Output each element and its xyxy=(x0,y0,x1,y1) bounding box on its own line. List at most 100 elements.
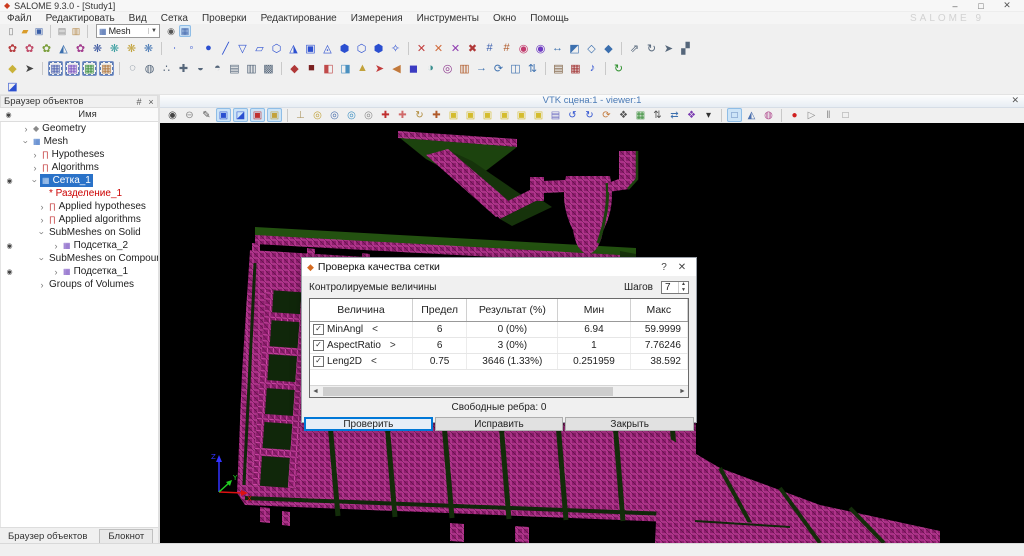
add-quadratic-element-icon[interactable]: ✧ xyxy=(388,41,403,56)
edge-filter-icon[interactable]: ▦ xyxy=(65,61,80,76)
copy-icon[interactable]: ▤ xyxy=(56,25,68,37)
expand-arrow-icon[interactable]: › xyxy=(21,124,31,134)
volume-selection-icon[interactable]: ▣ xyxy=(267,108,282,122)
scrollbar-track[interactable] xyxy=(321,386,677,397)
interaction-style-icon[interactable]: ⊖ xyxy=(182,108,197,122)
renumber-nodes-icon[interactable]: # xyxy=(482,41,497,56)
pan-view-icon[interactable]: ✚ xyxy=(378,108,393,122)
tree-row[interactable]: ›◆Geometry xyxy=(1,122,158,135)
expand-arrow-icon[interactable]: › xyxy=(37,228,47,238)
fit-area-icon[interactable]: ◎ xyxy=(327,108,342,122)
edit-group-icon[interactable]: ◨ xyxy=(338,61,353,76)
right-view-icon[interactable]: ▣ xyxy=(531,108,546,122)
merge-nodes-icon[interactable]: ◉ xyxy=(516,41,531,56)
edit-mesh-icon[interactable]: ✿ xyxy=(39,41,54,56)
name-column-header[interactable]: Имя xyxy=(17,109,158,120)
expand-arrow-icon[interactable]: › xyxy=(30,150,40,160)
notebook-icon[interactable]: ♪ xyxy=(585,61,600,76)
expand-arrow-icon[interactable]: › xyxy=(37,254,47,264)
minimize-icon[interactable]: – xyxy=(942,1,968,11)
start-recording-icon[interactable]: ● xyxy=(787,108,802,122)
menu-item-3[interactable]: Вид xyxy=(122,13,154,24)
plot2d-icon[interactable]: ▦ xyxy=(568,61,583,76)
rotate-clockwise-icon[interactable]: ⟳ xyxy=(599,108,614,122)
expand-arrow-icon[interactable]: › xyxy=(37,215,47,225)
control-checkbox[interactable]: ✓ xyxy=(313,324,324,335)
tab-object-browser[interactable]: Браузер объектов xyxy=(0,530,95,543)
quality-control-row[interactable]: ✓AspectRatio>63 (0%)17.76246 xyxy=(310,338,688,354)
merge-elements-icon[interactable]: ◉ xyxy=(533,41,548,56)
reset-view-icon[interactable]: ↺ xyxy=(565,108,580,122)
tree-item[interactable]: ▦Mesh xyxy=(31,135,70,148)
add-edge-icon[interactable]: ╱ xyxy=(218,41,233,56)
tree-row[interactable]: ›∏Algorithms xyxy=(1,161,158,174)
tree-item[interactable]: Groups of Volumes xyxy=(47,278,136,291)
scaling-icon[interactable]: ⇅ xyxy=(650,108,665,122)
tree-row[interactable]: ◉›▦Подсетка_2 xyxy=(1,239,158,252)
menu-item-7[interactable]: Измерения xyxy=(344,13,410,24)
node-filter-icon[interactable]: ▦ xyxy=(48,61,63,76)
scroll-right-icon[interactable]: ► xyxy=(677,388,688,395)
menu-item-10[interactable]: Помощь xyxy=(523,13,576,24)
tree-item[interactable]: ▦Подсетка_1 xyxy=(61,265,130,278)
remove-nodes-icon[interactable]: ✕ xyxy=(414,41,429,56)
tree-row[interactable]: ›∏Applied algorithms xyxy=(1,213,158,226)
check-button[interactable]: Проверить xyxy=(304,417,433,431)
chevron-down-icon[interactable]: ▼ xyxy=(148,28,159,34)
expand-arrow-icon[interactable]: › xyxy=(51,267,61,277)
top-view-icon[interactable]: ▣ xyxy=(480,108,495,122)
pattern-mapping-icon[interactable]: ▞ xyxy=(678,41,693,56)
create-group-from-geometry-icon[interactable]: ■ xyxy=(304,61,319,76)
menu-item-8[interactable]: Инструменты xyxy=(410,13,486,24)
update-study-icon[interactable]: ↻ xyxy=(611,61,626,76)
cutting-of-quadrangles-icon[interactable]: ◆ xyxy=(601,41,616,56)
back-view-icon[interactable]: ▣ xyxy=(463,108,478,122)
dialog-help-icon[interactable]: ? xyxy=(655,262,673,273)
visibility-eye-icon[interactable]: ◉ xyxy=(6,178,12,185)
move-node-icon[interactable]: ↔ xyxy=(550,41,565,56)
delete-group-icon[interactable]: ◼ xyxy=(406,61,421,76)
file-info-icon[interactable]: ▤ xyxy=(551,61,566,76)
copy-mesh-icon[interactable]: ✿ xyxy=(73,41,88,56)
add-node-icon[interactable]: ∙ xyxy=(167,41,182,56)
expand-arrow-icon[interactable]: › xyxy=(37,202,47,212)
build-compound-mesh-icon[interactable]: ◭ xyxy=(56,41,71,56)
expand-arrow-icon[interactable]: › xyxy=(51,241,61,251)
lasso-selection-icon[interactable]: ✎ xyxy=(199,108,214,122)
inverse-diagonal-icon[interactable]: ◩ xyxy=(567,41,582,56)
mesh-info-panel-icon[interactable]: ◑ xyxy=(423,61,438,76)
shrink-mode-icon[interactable]: ✚ xyxy=(176,61,191,76)
menu-item-4[interactable]: Сетка xyxy=(154,13,195,24)
volume-filter-icon[interactable]: ▦ xyxy=(99,61,114,76)
expand-arrow-icon[interactable]: › xyxy=(30,163,40,173)
union-of-triangles-icon[interactable]: ◇ xyxy=(584,41,599,56)
extrusion-icon[interactable]: ⇗ xyxy=(627,41,642,56)
evaluate-mesh-icon[interactable]: ❋ xyxy=(124,41,139,56)
steps-value[interactable]: 7 xyxy=(662,282,678,293)
revolution-icon[interactable]: ↻ xyxy=(644,41,659,56)
show-trihedron-icon[interactable]: ⊥ xyxy=(293,108,308,122)
menu-item-9[interactable]: Окно xyxy=(486,13,523,24)
float-panel-icon[interactable]: # xyxy=(133,97,145,107)
dialog-close-icon[interactable]: ✕ xyxy=(673,262,691,273)
tree-row[interactable]: ›∏Applied hypotheses xyxy=(1,200,158,213)
point-marker-icon[interactable]: ◆ xyxy=(5,61,20,76)
column-header[interactable]: Мин xyxy=(558,299,630,321)
fit-selection-icon[interactable]: ◎ xyxy=(344,108,359,122)
symmetry-icon[interactable]: ◫ xyxy=(508,61,523,76)
face-selection-icon[interactable]: ▣ xyxy=(250,108,265,122)
menu-item-5[interactable]: Проверки xyxy=(195,13,254,24)
maximize-icon[interactable]: □ xyxy=(968,1,994,11)
spin-down-icon[interactable]: ▼ xyxy=(679,288,688,294)
dump-view-icon[interactable]: ◉ xyxy=(165,108,180,122)
tree-row[interactable]: ›▦Mesh xyxy=(1,135,158,148)
tree-item[interactable]: ▦Сетка_1 xyxy=(40,174,93,187)
cut-groups-icon[interactable]: ◀ xyxy=(389,61,404,76)
shading-color-icon[interactable]: ◍ xyxy=(761,108,776,122)
tree-item[interactable]: SubMeshes on Solid xyxy=(47,226,143,239)
dialog-titlebar[interactable]: ◆ Проверка качества сетки ? ✕ xyxy=(302,258,696,276)
scale-transform-icon[interactable]: ⇅ xyxy=(525,61,540,76)
tree-row[interactable]: ›SubMeshes on Compound xyxy=(1,252,158,265)
remove-elements-icon[interactable]: ✕ xyxy=(431,41,446,56)
shading-mode-icon[interactable]: ◍ xyxy=(142,61,157,76)
